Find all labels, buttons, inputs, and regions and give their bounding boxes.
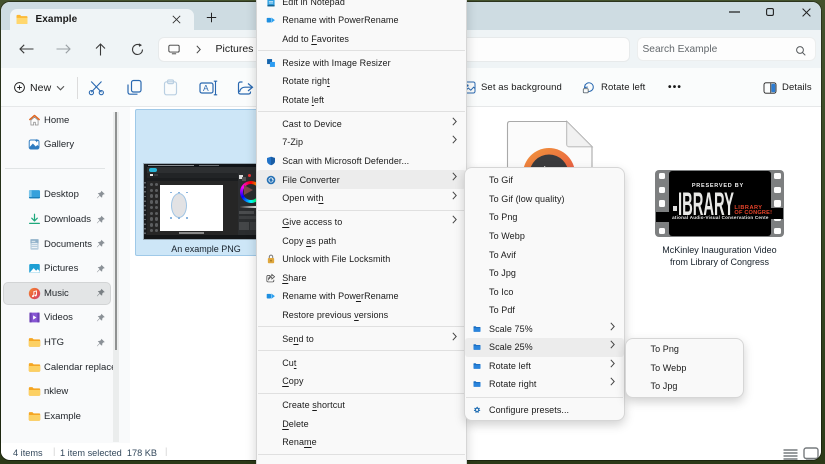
svg-text:A: A [203,83,209,93]
